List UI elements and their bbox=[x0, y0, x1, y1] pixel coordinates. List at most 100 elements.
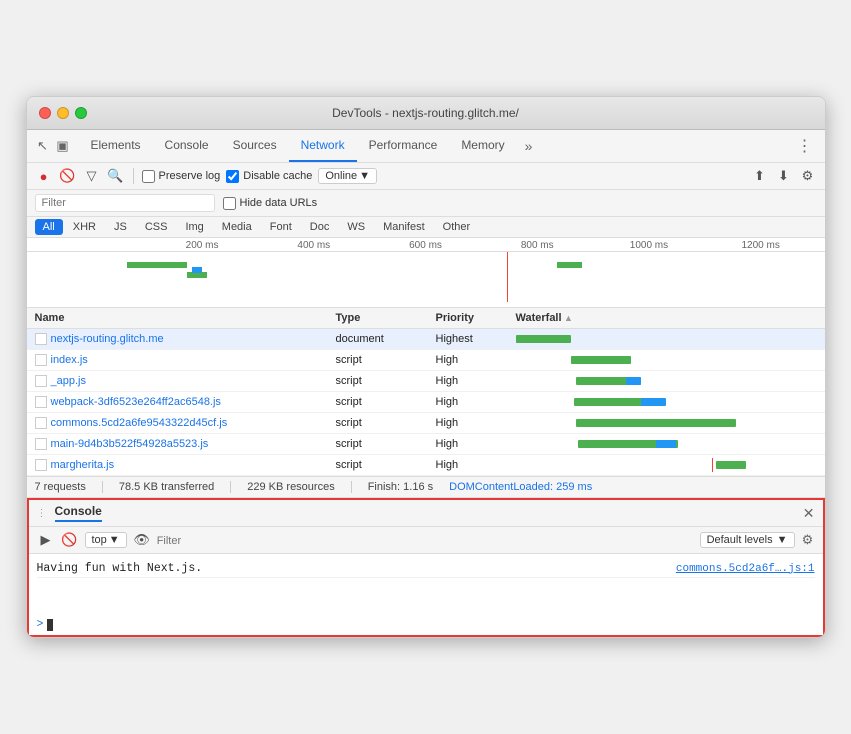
tab-sources[interactable]: Sources bbox=[221, 130, 289, 162]
console-play-button[interactable]: ▶ bbox=[37, 531, 55, 549]
cell-priority-3: High bbox=[436, 396, 516, 408]
type-filter-manifest[interactable]: Manifest bbox=[375, 219, 433, 235]
table-row[interactable]: margherita.js script High bbox=[27, 455, 825, 476]
console-title[interactable]: Console bbox=[55, 504, 102, 522]
type-filter-ws[interactable]: WS bbox=[339, 219, 373, 235]
console-log-source[interactable]: commons.5cd2a6f….js:1 bbox=[676, 563, 815, 575]
device-icon[interactable]: ▣ bbox=[55, 138, 71, 154]
header-waterfall[interactable]: Waterfall bbox=[516, 312, 817, 324]
table-row[interactable]: index.js script High bbox=[27, 350, 825, 371]
table-row[interactable]: _app.js script High bbox=[27, 371, 825, 392]
settings-button[interactable]: ⚙ bbox=[799, 167, 817, 185]
cell-priority-0: Highest bbox=[436, 333, 516, 345]
export-button[interactable]: ⬇ bbox=[775, 167, 793, 185]
console-context-select[interactable]: top ▼ bbox=[85, 532, 127, 548]
search-button[interactable]: 🔍 bbox=[107, 167, 125, 185]
preserve-log-checkbox[interactable]: Preserve log bbox=[142, 170, 221, 183]
tab-overflow[interactable]: » bbox=[521, 134, 537, 158]
import-button[interactable]: ⬆ bbox=[751, 167, 769, 185]
cell-type-2: script bbox=[336, 375, 436, 387]
cell-priority-6: High bbox=[436, 459, 516, 471]
maximize-button[interactable] bbox=[75, 107, 87, 119]
filter-input[interactable] bbox=[35, 194, 215, 212]
tabs-bar: ↖ ▣ Elements Console Sources Network Per… bbox=[27, 130, 825, 163]
file-icon-3 bbox=[35, 396, 47, 408]
type-filter-other[interactable]: Other bbox=[435, 219, 479, 235]
cell-name-text-0: nextjs-routing.glitch.me bbox=[51, 333, 164, 345]
header-priority[interactable]: Priority bbox=[436, 312, 516, 324]
waterfall-green-0 bbox=[516, 335, 571, 343]
close-button[interactable] bbox=[39, 107, 51, 119]
console-close-button[interactable]: ✕ bbox=[803, 505, 815, 522]
disable-cache-input[interactable] bbox=[226, 170, 239, 183]
table-row[interactable]: commons.5cd2a6fe9543322d45cf.js script H… bbox=[27, 413, 825, 434]
status-sep-3 bbox=[351, 481, 352, 493]
file-icon-4 bbox=[35, 417, 47, 429]
header-type[interactable]: Type bbox=[336, 312, 436, 324]
cell-name-text-4: commons.5cd2a6fe9543322d45cf.js bbox=[51, 417, 228, 429]
cell-name-3: webpack-3df6523e264ff2ac6548.js bbox=[35, 396, 336, 408]
console-filter-input[interactable] bbox=[157, 535, 694, 547]
record-button[interactable]: ● bbox=[35, 167, 53, 185]
cell-priority-4: High bbox=[436, 417, 516, 429]
timeline-bar-green-1 bbox=[127, 262, 187, 268]
timeline-chart bbox=[27, 252, 825, 302]
type-filter-js[interactable]: JS bbox=[106, 219, 135, 235]
console-context-arrow: ▼ bbox=[109, 534, 120, 546]
type-filter-css[interactable]: CSS bbox=[137, 219, 176, 235]
console-prompt[interactable]: > bbox=[29, 614, 823, 635]
type-filter-font[interactable]: Font bbox=[262, 219, 300, 235]
cell-type-5: script bbox=[336, 438, 436, 450]
tab-memory[interactable]: Memory bbox=[449, 130, 516, 162]
type-filter-xhr[interactable]: XHR bbox=[65, 219, 104, 235]
preserve-log-label: Preserve log bbox=[159, 170, 221, 182]
tab-network[interactable]: Network bbox=[289, 130, 357, 162]
type-filter-img[interactable]: Img bbox=[177, 219, 211, 235]
table-row[interactable]: nextjs-routing.glitch.me document Highes… bbox=[27, 329, 825, 350]
tab-console[interactable]: Console bbox=[153, 130, 221, 162]
console-eye-button[interactable]: 👁 bbox=[133, 531, 151, 549]
disable-cache-checkbox[interactable]: Disable cache bbox=[226, 170, 312, 183]
cell-priority-2: High bbox=[436, 375, 516, 387]
header-name[interactable]: Name bbox=[35, 312, 336, 324]
timeline-label-400: 400 ms bbox=[258, 240, 370, 251]
console-clear-button[interactable]: 🚫 bbox=[61, 531, 79, 549]
toolbar-right: ⬆ ⬇ ⚙ bbox=[751, 167, 817, 185]
console-levels-select[interactable]: Default levels ▼ bbox=[700, 532, 795, 548]
cell-name-text-5: main-9d4b3b522f54928a5523.js bbox=[51, 438, 209, 450]
preserve-log-input[interactable] bbox=[142, 170, 155, 183]
file-icon-1 bbox=[35, 354, 47, 366]
cell-name-5: main-9d4b3b522f54928a5523.js bbox=[35, 438, 336, 450]
table-row[interactable]: main-9d4b3b522f54928a5523.js script High bbox=[27, 434, 825, 455]
timeline-label-800: 800 ms bbox=[481, 240, 593, 251]
throttle-select[interactable]: Online ▼ bbox=[318, 168, 377, 184]
clear-button[interactable]: 🚫 bbox=[59, 167, 77, 185]
cell-priority-1: High bbox=[436, 354, 516, 366]
prompt-arrow-icon: > bbox=[37, 618, 44, 631]
type-filter-doc[interactable]: Doc bbox=[302, 219, 338, 235]
console-log-row: Having fun with Next.js. commons.5cd2a6f… bbox=[37, 560, 815, 578]
cell-waterfall-4 bbox=[516, 416, 817, 430]
type-filter-all[interactable]: All bbox=[35, 219, 63, 235]
title-bar: DevTools - nextjs-routing.glitch.me/ bbox=[27, 97, 825, 130]
cell-name-1: index.js bbox=[35, 354, 336, 366]
separator-1 bbox=[133, 168, 134, 184]
drag-handle[interactable]: ⋮ bbox=[37, 508, 47, 519]
cell-type-6: script bbox=[336, 459, 436, 471]
hide-data-urls-input[interactable] bbox=[223, 197, 236, 210]
traffic-lights bbox=[39, 107, 87, 119]
tab-performance[interactable]: Performance bbox=[357, 130, 450, 162]
cell-name-text-6: margherita.js bbox=[51, 459, 115, 471]
minimize-button[interactable] bbox=[57, 107, 69, 119]
tab-elements[interactable]: Elements bbox=[79, 130, 153, 162]
hide-data-urls-checkbox[interactable]: Hide data URLs bbox=[223, 197, 318, 210]
console-settings-icon[interactable]: ⚙ bbox=[801, 533, 815, 547]
more-menu[interactable]: ⋮ bbox=[793, 132, 817, 160]
cursor-icon[interactable]: ↖ bbox=[35, 138, 51, 154]
cell-name-text-2: _app.js bbox=[51, 375, 86, 387]
table-row[interactable]: webpack-3df6523e264ff2ac6548.js script H… bbox=[27, 392, 825, 413]
console-filter bbox=[157, 533, 694, 547]
filter-toggle[interactable]: ▽ bbox=[83, 167, 101, 185]
cell-name-2: _app.js bbox=[35, 375, 336, 387]
type-filter-media[interactable]: Media bbox=[214, 219, 260, 235]
